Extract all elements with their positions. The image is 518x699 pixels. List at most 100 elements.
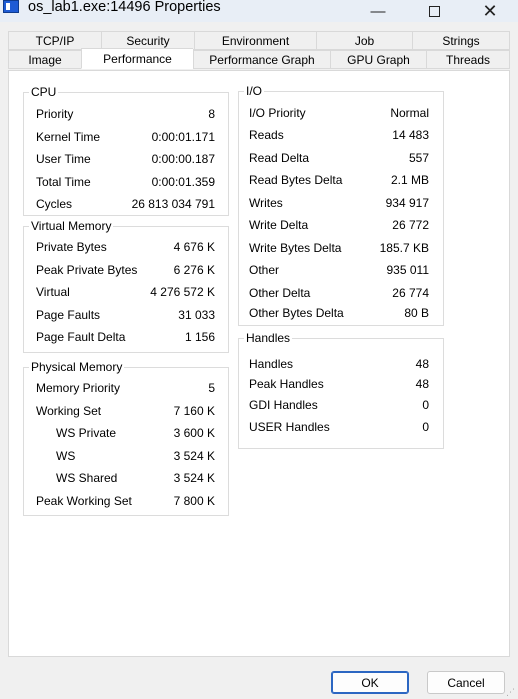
close-button[interactable]: ✕ xyxy=(468,0,512,22)
tab-performance[interactable]: Performance xyxy=(81,48,193,69)
io-row: Write Delta 26 772 xyxy=(239,218,443,234)
handles-row: Handles 48 xyxy=(239,357,443,373)
handles-value: 48 xyxy=(415,377,429,391)
pm-label: WS Shared xyxy=(56,471,118,485)
vm-label: Virtual xyxy=(36,285,70,299)
tab-gpu-graph[interactable]: GPU Graph xyxy=(330,50,426,69)
io-value: Normal xyxy=(390,106,429,120)
cpu-group-title: CPU xyxy=(29,85,59,99)
io-label: Reads xyxy=(249,128,284,142)
cpu-group: CPU Priority 8 Kernel Time 0:00:01.171 Use… xyxy=(23,85,229,216)
io-label: Write Delta xyxy=(249,218,309,232)
pm-label: WS xyxy=(56,449,76,463)
vm-row: Page Fault Delta 1 156 xyxy=(24,330,228,346)
cpu-value: 8 xyxy=(208,107,215,121)
pm-label: Memory Priority xyxy=(36,381,121,395)
cpu-row: User Time 0:00:00.187 xyxy=(24,152,228,168)
vm-value: 4 276 572 K xyxy=(150,285,215,299)
app-icon xyxy=(3,0,19,13)
tab-performance-graph[interactable]: Performance Graph xyxy=(193,50,330,69)
cpu-value: 26 813 034 791 xyxy=(131,197,215,211)
cancel-button[interactable]: Cancel xyxy=(427,671,505,694)
io-label: Other xyxy=(249,263,280,277)
pm-row: WS 3 524 K xyxy=(24,449,228,465)
io-row: Read Bytes Delta 2.1 MB xyxy=(239,173,443,189)
pm-label: WS Private xyxy=(56,426,117,440)
io-value: 14 483 xyxy=(392,128,429,142)
handles-group-title: Handles xyxy=(244,331,293,345)
cpu-label: Total Time xyxy=(36,175,91,189)
cpu-label: User Time xyxy=(36,152,91,166)
handles-value: 48 xyxy=(415,357,429,371)
tab-environment[interactable]: Environment xyxy=(194,31,316,50)
io-label: Other Bytes Delta xyxy=(249,306,344,320)
handles-row: USER Handles 0 xyxy=(239,420,443,436)
cpu-row: Total Time 0:00:01.359 xyxy=(24,175,228,191)
vm-row: Peak Private Bytes 6 276 K xyxy=(24,263,228,279)
pm-label: Peak Working Set xyxy=(36,494,132,508)
handles-label: Peak Handles xyxy=(249,377,324,391)
pm-row: Peak Working Set 7 800 K xyxy=(24,494,228,510)
vm-label: Private Bytes xyxy=(36,240,107,254)
cpu-label: Cycles xyxy=(36,197,73,211)
handles-label: USER Handles xyxy=(249,420,330,434)
handles-row: GDI Handles 0 xyxy=(239,398,443,414)
window-title: os_lab1.exe:14496 Properties xyxy=(28,0,221,15)
pm-value: 3 524 K xyxy=(173,471,215,485)
pm-value: 7 160 K xyxy=(173,404,215,418)
pm-value: 3 600 K xyxy=(173,426,215,440)
io-row: Other 935 011 xyxy=(239,263,443,279)
vm-value: 4 676 K xyxy=(173,240,215,254)
handles-group: Handles Handles 48 Peak Handles 48 GDI Han… xyxy=(238,331,444,449)
vm-value: 6 276 K xyxy=(173,263,215,277)
vm-label: Page Faults xyxy=(36,308,101,322)
io-label: Writes xyxy=(249,196,283,210)
tab-job[interactable]: Job xyxy=(316,31,412,50)
virtual-memory-group: Virtual Memory Private Bytes 4 676 K Peak… xyxy=(23,219,229,353)
io-value: 557 xyxy=(408,151,429,165)
vm-row: Page Faults 31 033 xyxy=(24,308,228,324)
tab-threads[interactable]: Threads xyxy=(426,50,510,69)
pm-row: WS Shared 3 524 K xyxy=(24,471,228,487)
io-value: 935 011 xyxy=(386,263,430,277)
io-row: Write Bytes Delta 185.7 KB xyxy=(239,241,443,257)
handles-label: Handles xyxy=(249,357,294,371)
io-value: 934 917 xyxy=(385,196,429,210)
io-row: I/O Priority Normal xyxy=(239,106,443,122)
minimize-button[interactable]: — xyxy=(356,0,400,22)
virtual-memory-title: Virtual Memory xyxy=(29,219,114,233)
io-row: Writes 934 917 xyxy=(239,196,443,212)
pm-value: 7 800 K xyxy=(173,494,215,508)
io-label: Write Bytes Delta xyxy=(249,241,342,255)
io-value: 185.7 KB xyxy=(379,241,429,255)
tab-row-front: Image Performance Performance Graph GPU … xyxy=(8,48,510,69)
physical-memory-title: Physical Memory xyxy=(29,360,125,374)
io-row: Reads 14 483 xyxy=(239,128,443,144)
cpu-row: Kernel Time 0:00:01.171 xyxy=(24,130,228,146)
cpu-value: 0:00:01.359 xyxy=(151,175,215,189)
tab-strip: TCP/IP Security Environment Job Strings … xyxy=(8,31,510,71)
pm-row: Memory Priority 5 xyxy=(24,381,228,397)
tab-strings[interactable]: Strings xyxy=(412,31,510,50)
maximize-button[interactable] xyxy=(412,0,456,22)
cpu-value: 0:00:00.187 xyxy=(151,152,215,166)
cpu-value: 0:00:01.171 xyxy=(151,130,215,144)
tab-image[interactable]: Image xyxy=(8,50,81,69)
io-value: 26 772 xyxy=(392,218,429,232)
io-group: I/O I/O Priority Normal Reads 14 483 Read … xyxy=(238,84,444,326)
ok-button[interactable]: OK xyxy=(331,671,409,694)
cpu-label: Priority xyxy=(36,107,74,121)
resize-grip-icon[interactable]: ⋰ xyxy=(506,687,516,697)
io-value: 26 774 xyxy=(392,286,429,300)
pm-value: 5 xyxy=(208,381,215,395)
vm-value: 31 033 xyxy=(178,308,215,322)
pm-value: 3 524 K xyxy=(173,449,215,463)
io-value: 2.1 MB xyxy=(390,173,429,187)
io-row: Read Delta 557 xyxy=(239,151,443,167)
io-row: Other Bytes Delta 80 B xyxy=(239,306,443,322)
title-bar: os_lab1.exe:14496 Properties — ✕ xyxy=(0,0,518,22)
io-label: Other Delta xyxy=(249,286,311,300)
handles-value: 0 xyxy=(422,398,429,412)
io-label: I/O Priority xyxy=(249,106,306,120)
io-row: Other Delta 26 774 xyxy=(239,286,443,302)
